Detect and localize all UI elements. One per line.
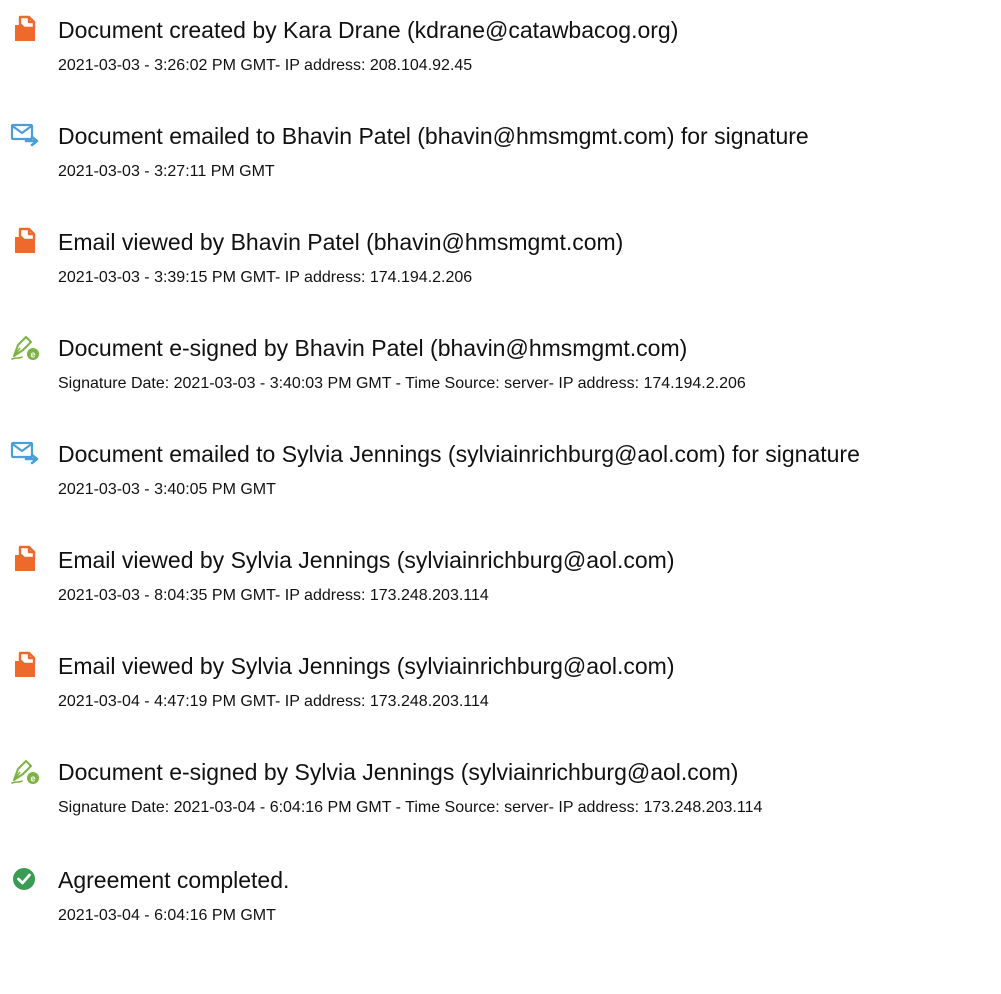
event-detail: 2021-03-03 - 3:40:05 PM GMT	[58, 481, 276, 498]
event-title: Document e-signed by Bhavin Patel (bhavi…	[58, 335, 688, 361]
event-title: Document emailed to Sylvia Jennings (syl…	[58, 441, 860, 467]
event-title: Email viewed by Sylvia Jennings (sylviai…	[58, 547, 675, 573]
document-icon	[10, 226, 40, 256]
svg-text:e: e	[30, 350, 35, 360]
email-sent-icon	[10, 120, 40, 150]
event-title: Email viewed by Sylvia Jennings (sylviai…	[58, 653, 675, 679]
event-agreement-completed: Agreement completed. 2021-03-04 - 6:04:1…	[0, 864, 1001, 944]
event-email-viewed: Email viewed by Bhavin Patel (bhavin@hms…	[0, 226, 1001, 306]
event-email-viewed: Email viewed by Sylvia Jennings (sylviai…	[0, 650, 1001, 730]
event-title: Document e-signed by Sylvia Jennings (sy…	[58, 759, 739, 785]
esign-pen-icon: e	[10, 756, 40, 786]
document-icon	[10, 544, 40, 574]
event-document-emailed: Document emailed to Sylvia Jennings (syl…	[0, 438, 1001, 518]
event-detail: 2021-03-04 - 4:47:19 PM GMT- IP address:…	[58, 693, 489, 710]
email-sent-icon	[10, 438, 40, 468]
event-title: Agreement completed.	[58, 867, 290, 893]
event-detail: Signature Date: 2021-03-03 - 3:40:03 PM …	[58, 375, 746, 392]
check-circle-icon	[10, 864, 40, 894]
event-detail: 2021-03-03 - 3:26:02 PM GMT- IP address:…	[58, 57, 473, 74]
event-title: Document emailed to Bhavin Patel (bhavin…	[58, 123, 809, 149]
event-detail: Signature Date: 2021-03-04 - 6:04:16 PM …	[58, 799, 763, 816]
event-document-emailed: Document emailed to Bhavin Patel (bhavin…	[0, 120, 1001, 200]
event-title: Email viewed by Bhavin Patel (bhavin@hms…	[58, 229, 624, 255]
event-title: Document created by Kara Drane (kdrane@c…	[58, 17, 679, 43]
event-detail: 2021-03-04 - 6:04:16 PM GMT	[58, 907, 276, 924]
event-document-esigned: e Document e-signed by Sylvia Jennings (…	[0, 756, 1001, 836]
event-document-created: Document created by Kara Drane (kdrane@c…	[0, 14, 1001, 94]
event-detail: 2021-03-03 - 8:04:35 PM GMT- IP address:…	[58, 587, 489, 604]
document-icon	[10, 650, 40, 680]
event-detail: 2021-03-03 - 3:39:15 PM GMT- IP address:…	[58, 269, 473, 286]
event-document-esigned: e Document e-signed by Bhavin Patel (bha…	[0, 332, 1001, 412]
esign-pen-icon: e	[10, 332, 40, 362]
event-detail: 2021-03-03 - 3:27:11 PM GMT	[58, 163, 275, 180]
document-icon	[10, 14, 40, 44]
event-email-viewed: Email viewed by Sylvia Jennings (sylviai…	[0, 544, 1001, 624]
svg-text:e: e	[30, 774, 35, 784]
